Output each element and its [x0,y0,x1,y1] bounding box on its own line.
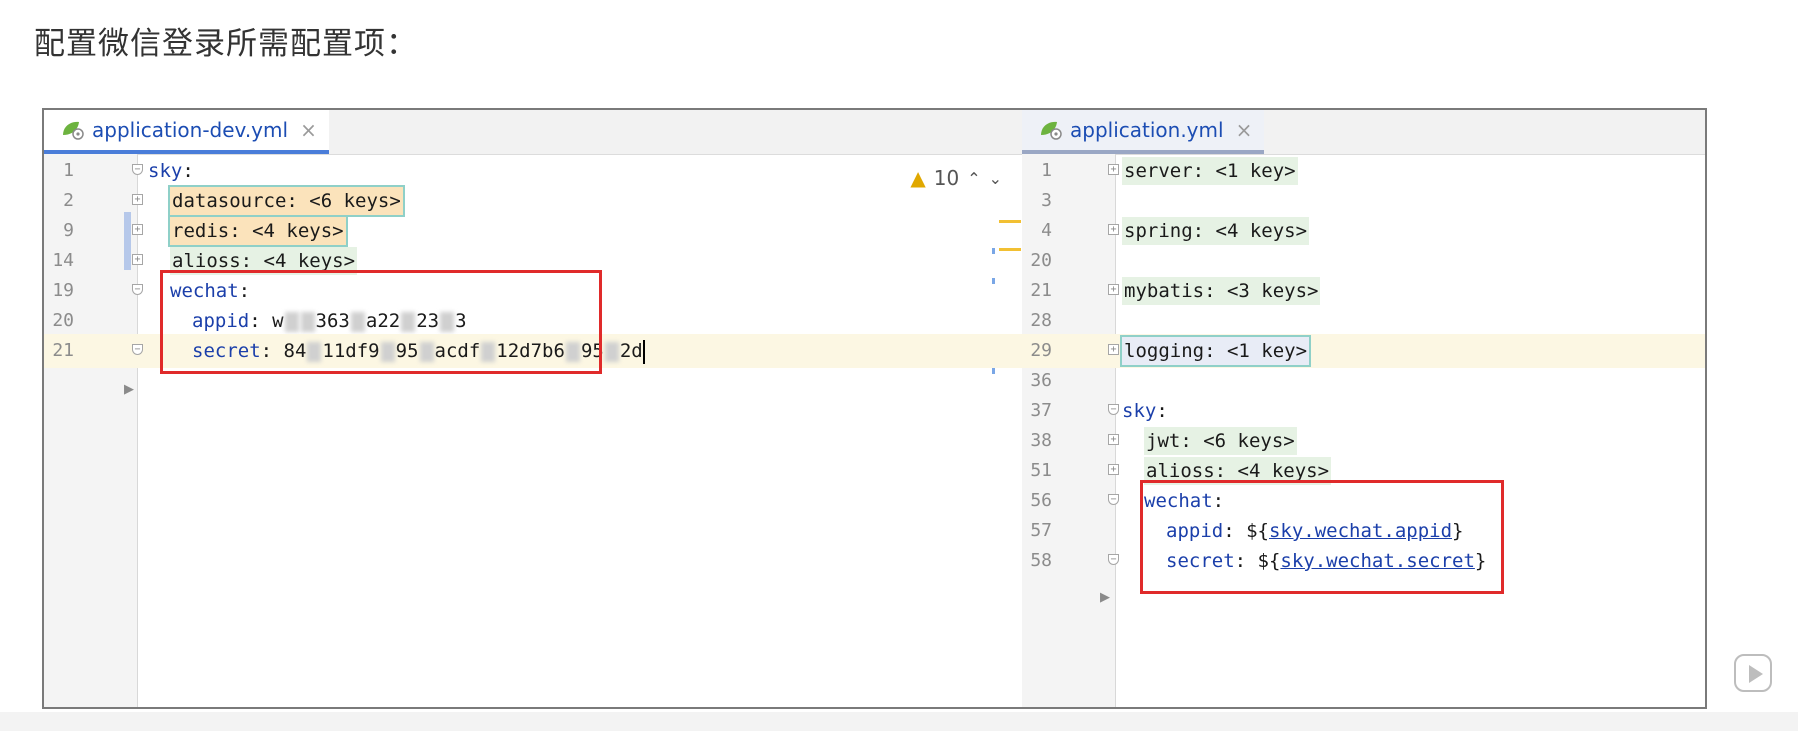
line-number: 21 [1030,280,1052,301]
code-line-current[interactable]: 29 + logging: <1 key> [1022,334,1705,368]
bottom-shade [0,712,1798,731]
line-number: 2 [63,190,74,211]
left-editor-pane: application-dev.yml × ▲ 10 ⌃ ⌄ 1 − sky: … [44,110,1023,707]
right-code-editor[interactable]: 1 + server: <1 key> 3 4 + spring: <4 key… [1022,154,1705,707]
fold-toggle-icon[interactable]: + [1108,164,1119,175]
fold-toggle-icon[interactable]: + [1108,344,1119,355]
line-number: 20 [1030,250,1052,271]
fold-toggle-icon[interactable]: − [132,284,143,295]
code-line[interactable]: 21 + mybatis: <3 keys> [1022,274,1705,308]
line-number: 3 [1041,190,1052,211]
line-number: 36 [1030,370,1052,391]
code-text: sky: [148,160,194,182]
code-line[interactable]: 9 + redis: <4 keys> [44,214,1022,248]
line-number: 4 [1041,220,1052,241]
line-number: 37 [1030,400,1052,421]
text-caret [642,339,645,364]
line-number: 29 [1030,340,1052,361]
left-code-editor[interactable]: ▲ 10 ⌃ ⌄ 1 − sky: 2 + datasource: <6 key… [44,154,1022,707]
folded-region[interactable]: logging: <1 key> [1119,334,1312,368]
code-line[interactable]: 36 [1022,364,1705,398]
line-number: 56 [1030,490,1052,511]
fold-toggle-icon[interactable]: − [1108,404,1119,415]
line-number: 9 [63,220,74,241]
fold-toggle-icon[interactable]: − [132,344,143,355]
fold-toggle-icon[interactable]: + [132,194,143,205]
fold-toggle-icon[interactable]: + [1108,224,1119,235]
highlight-box-wechat-dev [160,270,602,374]
line-number: 21 [52,340,74,361]
right-tab-bar: application.yml × [1022,110,1705,155]
line-number: 14 [52,250,74,271]
tab-application-dev-yml[interactable]: application-dev.yml × [44,110,329,154]
code-line[interactable]: 28 [1022,304,1705,338]
run-arrow-icon[interactable]: ▶ [1100,590,1110,605]
close-tab-icon[interactable]: × [1236,118,1253,142]
code-line[interactable]: 20 [1022,244,1705,278]
code-line[interactable]: 1 − sky: [44,154,1022,188]
folded-region[interactable]: spring: <4 keys> [1122,214,1310,248]
highlight-box-wechat-prod [1140,480,1504,594]
tab-label: application-dev.yml [92,118,289,142]
line-number: 19 [52,280,74,301]
fold-toggle-icon[interactable]: − [1108,494,1119,505]
change-stripe[interactable] [992,368,995,374]
code-line[interactable]: 1 + server: <1 key> [1022,154,1705,188]
left-tab-bar: application-dev.yml × [44,110,1022,155]
fold-toggle-icon[interactable]: + [1108,464,1119,475]
tab-label: application.yml [1070,118,1224,142]
spring-leaf-icon [63,121,84,140]
fold-toggle-icon[interactable]: − [132,164,143,175]
line-number: 1 [1041,160,1052,181]
line-number: 57 [1030,520,1052,541]
right-editor-pane: application.yml × 1 + server: <1 key> 3 … [1022,110,1705,707]
line-number: 1 [63,160,74,181]
fold-toggle-icon[interactable]: + [132,224,143,235]
folded-region[interactable]: redis: <4 keys> [168,214,348,248]
code-line[interactable]: 38 + jwt: <6 keys> [1022,424,1705,458]
line-number: 58 [1030,550,1052,571]
ide-split-editor: application-dev.yml × ▲ 10 ⌃ ⌄ 1 − sky: … [42,108,1707,709]
page-title: 配置微信登录所需配置项： [34,26,418,62]
code-line[interactable]: 37 − sky: [1022,394,1705,428]
line-number: 20 [52,310,74,331]
code-line[interactable]: 4 + spring: <4 keys> [1022,214,1705,248]
folded-region[interactable]: mybatis: <3 keys> [1122,274,1321,308]
code-text: sky: [1122,400,1168,422]
code-line[interactable]: 2 + datasource: <6 keys> [44,184,1022,218]
line-number: 38 [1030,430,1052,451]
line-number: 28 [1030,310,1052,331]
tab-application-yml[interactable]: application.yml × [1022,110,1265,154]
spring-leaf-icon [1041,121,1062,140]
folded-region[interactable]: jwt: <6 keys> [1144,424,1297,458]
fold-toggle-icon[interactable]: + [1108,434,1119,445]
folded-region[interactable]: server: <1 key> [1122,154,1298,188]
play-video-icon[interactable] [1734,654,1772,692]
fold-toggle-icon[interactable]: − [1108,554,1119,565]
code-line[interactable]: 3 [1022,184,1705,218]
close-tab-icon[interactable]: × [300,118,317,142]
folded-region[interactable]: datasource: <6 keys> [168,184,405,218]
fold-toggle-icon[interactable]: + [1108,284,1119,295]
fold-toggle-icon[interactable]: + [132,254,143,265]
line-number: 51 [1030,460,1052,481]
run-arrow-icon[interactable]: ▶ [124,382,134,397]
